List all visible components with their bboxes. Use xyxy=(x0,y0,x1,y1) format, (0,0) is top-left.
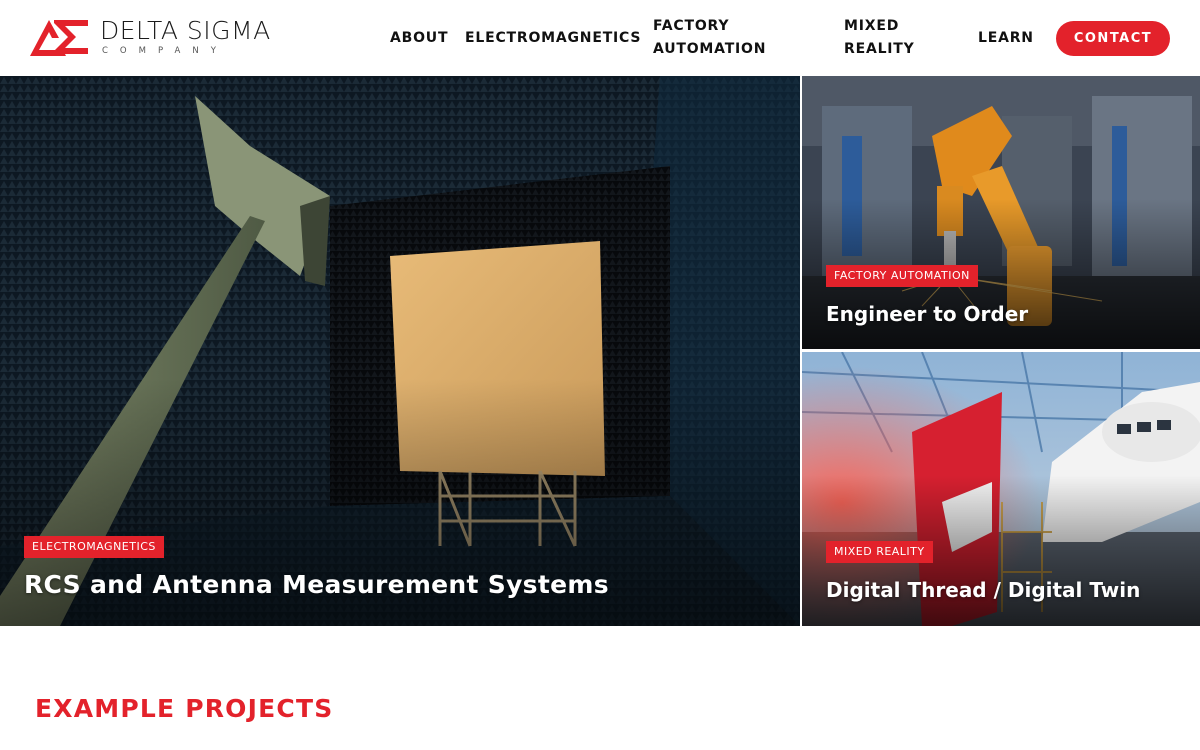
category-tag: MIXED REALITY xyxy=(826,541,933,563)
delta-sigma-logo-icon xyxy=(30,20,88,56)
hero-card-mixed-reality[interactable]: MIXED REALITY Digital Thread / Digital T… xyxy=(802,352,1200,626)
hero-card-factory-automation[interactable]: FACTORY AUTOMATION Engineer to Order xyxy=(802,76,1200,349)
nav-item-about[interactable]: ABOUT xyxy=(390,27,448,50)
example-projects-heading: EXAMPLE PROJECTS xyxy=(35,694,334,723)
hero-card-electromagnetics[interactable]: ELECTROMAGNETICS RCS and Antenna Measure… xyxy=(0,76,800,626)
brand-subtitle: COMPANY xyxy=(102,46,228,56)
category-tag: ELECTROMAGNETICS xyxy=(24,536,164,558)
category-tag: FACTORY AUTOMATION xyxy=(826,265,978,287)
hero-card-title: Engineer to Order xyxy=(826,302,1029,326)
contact-button[interactable]: CONTACT xyxy=(1056,21,1170,56)
site-header: DELTA SIGMA COMPANY ABOUT ELECTROMAGNETI… xyxy=(0,0,1200,76)
nav-item-factory-automation[interactable]: FACTORY AUTOMATION xyxy=(653,15,793,61)
nav-item-electromagnetics[interactable]: ELECTROMAGNETICS xyxy=(465,27,641,50)
hero-card-title: RCS and Antenna Measurement Systems xyxy=(24,570,609,599)
brand-name: DELTA SIGMA xyxy=(100,16,271,45)
nav-item-learn[interactable]: LEARN xyxy=(978,27,1034,50)
nav-item-mixed-reality[interactable]: MIXED REALITY xyxy=(844,15,954,61)
delta-sigma-logo[interactable]: DELTA SIGMA COMPANY xyxy=(30,14,340,64)
hero-card-title: Digital Thread / Digital Twin xyxy=(826,578,1141,602)
